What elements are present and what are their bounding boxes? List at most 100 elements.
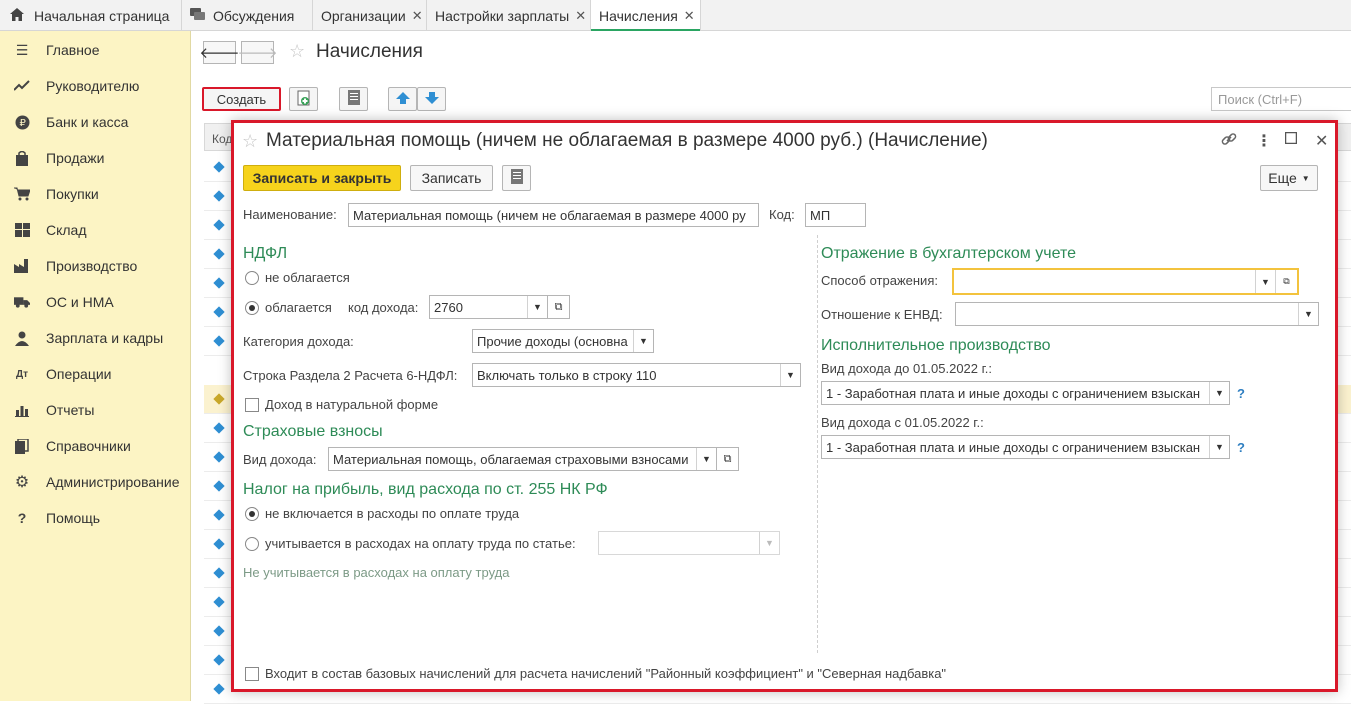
row-marker-icon: [213, 509, 224, 520]
chart-icon: [14, 402, 30, 418]
list-button[interactable]: [502, 165, 531, 191]
reflection-method-select[interactable]: ▼⧉: [952, 268, 1299, 295]
row-marker-icon: [213, 248, 224, 259]
chevron-down-icon[interactable]: ▼: [696, 448, 716, 470]
move-up-button[interactable]: [388, 87, 417, 111]
row-marker-icon: [213, 451, 224, 462]
expense-article-select[interactable]: ▼: [598, 531, 780, 555]
income-after-select[interactable]: 1 - Заработная плата и иные доходы с огр…: [821, 435, 1230, 459]
sidebar-item-manager[interactable]: Руководителю: [0, 68, 190, 104]
report-row-select[interactable]: Включать только в строку 110 ▼: [472, 363, 801, 387]
row-marker-icon: [213, 335, 224, 346]
page-title: Начисления: [316, 41, 423, 63]
report-row-label: Строка Раздела 2 Расчета 6-НДФЛ:: [243, 368, 457, 383]
link-icon[interactable]: [1221, 131, 1237, 152]
chevron-down-icon[interactable]: ▼: [1298, 303, 1318, 325]
copy-button[interactable]: [289, 87, 318, 111]
list-button[interactable]: [339, 87, 368, 111]
not-taxed-radio[interactable]: [245, 271, 259, 285]
sidebar-item-admin[interactable]: ⚙Администрирование: [0, 464, 190, 500]
close-icon[interactable]: ✕: [575, 8, 586, 24]
chevron-down-icon[interactable]: ▼: [759, 532, 779, 554]
envd-label: Отношение к ЕНВД:: [821, 307, 943, 322]
not-included-label: не включается в расходы по оплате труда: [265, 506, 519, 521]
save-button[interactable]: Записать: [410, 165, 493, 191]
report-row-value: Включать только в строку 110: [477, 368, 657, 383]
sidebar-item-assets[interactable]: ОС и НМА: [0, 284, 190, 320]
envd-select[interactable]: ▼: [955, 302, 1319, 326]
row-marker-icon: [213, 567, 224, 578]
insurance-kind-select[interactable]: Материальная помощь, облагаемая страховы…: [328, 447, 717, 471]
tab-label: Начальная страница: [34, 8, 169, 24]
not-included-radio[interactable]: [245, 507, 259, 521]
back-button[interactable]: 🡐: [203, 41, 236, 64]
sidebar-item-production[interactable]: Производство: [0, 248, 190, 284]
sidebar-item-label: Банк и касса: [46, 114, 128, 130]
close-icon[interactable]: ✕: [412, 8, 423, 24]
sidebar-item-main[interactable]: ☰Главное: [0, 32, 190, 68]
income-category-select[interactable]: Прочие доходы (основна ▼: [472, 329, 654, 353]
tab-label: Организации: [321, 8, 406, 24]
open-icon[interactable]: ⧉: [1275, 270, 1297, 293]
close-icon[interactable]: ✕: [1315, 131, 1328, 151]
arrow-down-icon: [425, 92, 439, 107]
chevron-down-icon[interactable]: ▼: [780, 364, 800, 386]
maximize-icon[interactable]: [1285, 131, 1297, 149]
sidebar-item-help[interactable]: ?Помощь: [0, 500, 190, 536]
sidebar-item-salary[interactable]: Зарплата и кадры: [0, 320, 190, 356]
tab-salary-settings[interactable]: Настройки зарплаты ✕: [427, 0, 591, 31]
chat-icon: [190, 8, 205, 24]
more-vertical-icon[interactable]: ⋮: [1256, 131, 1272, 151]
chevron-down-icon[interactable]: ▼: [1255, 270, 1275, 293]
help-icon[interactable]: ?: [1237, 440, 1245, 455]
income-category-value: Прочие доходы (основна: [477, 334, 628, 349]
move-down-button[interactable]: [417, 87, 446, 111]
code-label: Код:: [769, 207, 795, 222]
chevron-down-icon[interactable]: ▼: [1209, 436, 1229, 458]
included-label: учитывается в расходах на оплату труда п…: [265, 536, 576, 551]
create-button[interactable]: Создать: [202, 87, 281, 111]
natural-income-checkbox[interactable]: [245, 398, 259, 412]
more-button[interactable]: Еще ▼: [1260, 165, 1318, 191]
code-field[interactable]: МП: [805, 203, 866, 227]
tab-organizations[interactable]: Организации ✕: [313, 0, 427, 31]
sidebar-item-purchases[interactable]: Покупки: [0, 176, 190, 212]
save-and-close-button[interactable]: Записать и закрыть: [243, 165, 401, 191]
help-icon[interactable]: ?: [1237, 386, 1245, 401]
open-icon[interactable]: ⧉: [717, 447, 739, 471]
more-label: Еще: [1268, 170, 1297, 186]
cart-icon: [14, 186, 30, 202]
tab-discussions[interactable]: Обсуждения: [182, 0, 313, 31]
chevron-down-icon[interactable]: ▼: [1209, 382, 1229, 404]
sidebar-item-label: Покупки: [46, 186, 99, 202]
chevron-down-icon: ▼: [1302, 174, 1310, 183]
search-input[interactable]: Поиск (Ctrl+F): [1211, 87, 1351, 111]
taxed-radio[interactable]: [245, 301, 259, 315]
sidebar-item-bank[interactable]: ₽ Банк и касса: [0, 104, 190, 140]
open-icon[interactable]: ⧉: [548, 295, 570, 319]
sidebar-item-label: Продажи: [46, 150, 104, 166]
sidebar-item-operations[interactable]: ДтОперации: [0, 356, 190, 392]
favorite-star-icon[interactable]: ☆: [242, 131, 258, 152]
income-code-field[interactable]: 2760▼: [429, 295, 548, 319]
sidebar-item-sales[interactable]: Продажи: [0, 140, 190, 176]
sidebar-item-reports[interactable]: Отчеты: [0, 392, 190, 428]
income-before-select[interactable]: 1 - Заработная плата и иные доходы с огр…: [821, 381, 1230, 405]
close-icon[interactable]: ✕: [684, 8, 695, 24]
svg-text:₽: ₽: [19, 118, 26, 129]
base-accrual-checkbox[interactable]: [245, 667, 259, 681]
chevron-down-icon[interactable]: ▼: [633, 330, 653, 352]
name-field[interactable]: Материальная помощь (ничем не облагаемая…: [348, 203, 759, 227]
chevron-down-icon[interactable]: ▼: [527, 296, 547, 318]
sidebar-item-warehouse[interactable]: Склад: [0, 212, 190, 248]
included-radio[interactable]: [245, 537, 259, 551]
tab-home[interactable]: Начальная страница: [0, 0, 182, 31]
tab-accruals[interactable]: Начисления ✕: [591, 0, 701, 31]
forward-button[interactable]: 🡒: [241, 41, 274, 64]
ruble-icon: ₽: [14, 114, 30, 130]
row-marker-icon: [213, 277, 224, 288]
insurance-kind-value: Материальная помощь, облагаемая страховы…: [333, 452, 689, 467]
row-marker-icon: [213, 190, 224, 201]
sidebar-item-references[interactable]: Справочники: [0, 428, 190, 464]
favorite-star-icon[interactable]: ☆: [289, 41, 305, 62]
